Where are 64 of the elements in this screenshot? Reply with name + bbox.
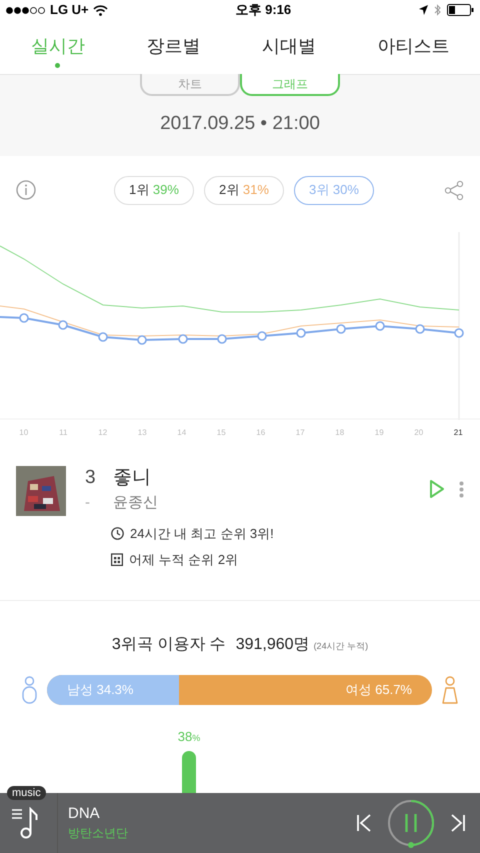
- bluetooth-icon: [434, 4, 441, 16]
- category-tab[interactable]: 장르별: [142, 24, 204, 70]
- data-point: [454, 328, 464, 338]
- data-point: [257, 331, 267, 341]
- data-point: [296, 328, 306, 338]
- calendar-icon: [111, 552, 123, 566]
- rank-change: -: [85, 493, 90, 513]
- male-icon: [22, 676, 37, 704]
- axis-label: 19: [374, 427, 385, 439]
- axis-label: 17: [294, 427, 306, 439]
- data-point: [98, 332, 108, 342]
- data-point: [415, 324, 425, 334]
- age-bar: [182, 750, 196, 793]
- wifi-icon: [92, 4, 108, 16]
- clock-text: 오후 9:16: [236, 1, 292, 20]
- data-point: [375, 321, 385, 331]
- axis-label: 14: [176, 427, 188, 439]
- data-point: [58, 320, 68, 330]
- rank-filter-pill[interactable]: 2위 31%: [204, 176, 284, 204]
- female-share-label: 여성 65.7%: [346, 681, 412, 700]
- rank-info-text: 24시간 내 최고 순위 3위!: [130, 525, 274, 543]
- male-share-label: 남성 34.3%: [67, 681, 134, 700]
- rank-filter-pill[interactable]: 1위 39%: [114, 176, 194, 204]
- now-playing-title: DNA: [68, 804, 101, 824]
- rank-number: 3: [85, 466, 96, 490]
- previous-icon[interactable]: [356, 814, 372, 832]
- category-tab[interactable]: 아티스트: [373, 24, 454, 70]
- axis-label: 18: [334, 427, 346, 439]
- axis-label: 21: [452, 427, 464, 439]
- next-icon[interactable]: [450, 814, 466, 832]
- bar-value-label: 38%: [178, 728, 200, 746]
- axis-label: 12: [97, 427, 108, 439]
- more-icon[interactable]: [459, 480, 464, 498]
- data-point: [336, 324, 346, 334]
- female-icon: [442, 676, 458, 704]
- location-icon: [418, 5, 428, 15]
- now-playing-artist: 방탄소년단: [68, 825, 129, 842]
- axis-label: 20: [413, 427, 424, 439]
- pause-button-icon[interactable]: [386, 798, 436, 848]
- song-title: 좋니: [113, 466, 152, 490]
- signal-icon: [6, 6, 46, 14]
- axis-label: 11: [58, 427, 68, 439]
- axis-label: 16: [255, 427, 266, 439]
- data-point: [137, 335, 147, 345]
- listeners-count: 391,960명: [236, 635, 310, 655]
- listeners-title: 3위곡 이용자 수: [112, 635, 226, 655]
- timestamp-text: 2017.09.25 • 21:00: [160, 112, 320, 136]
- data-point: [178, 334, 188, 344]
- axis-label: 13: [136, 427, 148, 439]
- music-badge: music: [7, 786, 46, 800]
- listeners-note: (24시간 누적): [314, 640, 368, 653]
- category-tab[interactable]: 시대별: [258, 24, 320, 70]
- axis-label: 10: [18, 427, 30, 439]
- data-point: [19, 313, 29, 323]
- clock-icon: [111, 527, 124, 540]
- battery-icon: [446, 4, 474, 16]
- play-icon[interactable]: [429, 479, 445, 499]
- artist-name: 윤종신: [113, 493, 159, 513]
- rank-info-text: 어제 누적 순위 2위: [129, 550, 238, 568]
- carrier-text: LG U+: [50, 1, 89, 20]
- data-point: [217, 334, 227, 344]
- info-icon[interactable]: [16, 180, 36, 200]
- share-icon[interactable]: [444, 180, 464, 200]
- axis-label: 15: [216, 427, 227, 439]
